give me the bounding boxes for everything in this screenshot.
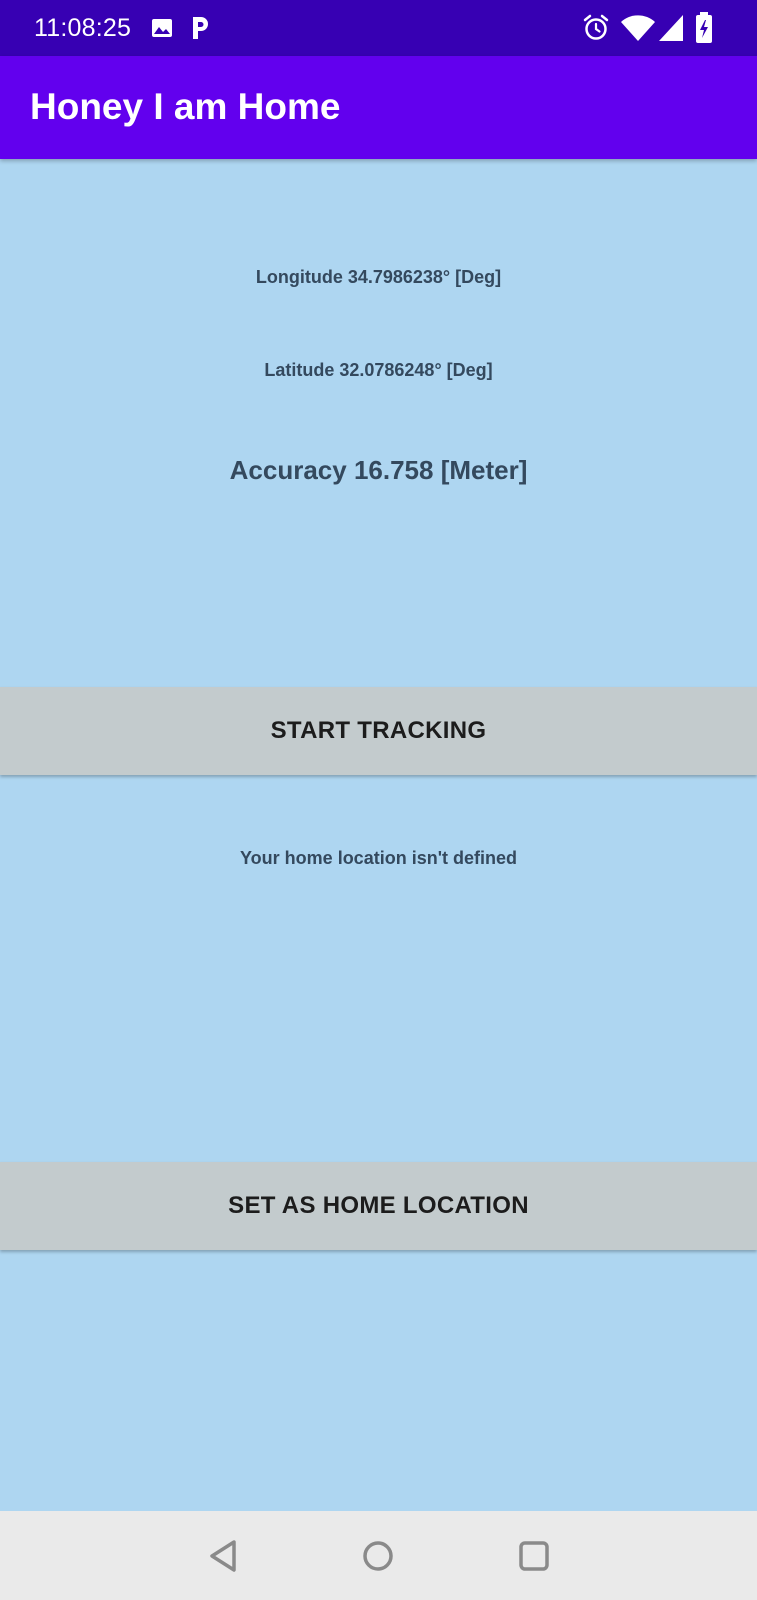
app-title: Honey I am Home	[30, 86, 341, 127]
longitude-text: Longitude 34.7986238° [Deg]	[255, 267, 502, 287]
latitude-text: Latitude 32.0786248° [Deg]	[264, 360, 493, 380]
parking-icon	[193, 17, 208, 39]
back-icon[interactable]	[201, 1533, 247, 1579]
signal-icon	[659, 15, 683, 41]
recents-icon[interactable]	[511, 1533, 557, 1579]
set-home-location-button[interactable]: SET AS HOME LOCATION	[0, 1162, 757, 1250]
start-tracking-button[interactable]: START TRACKING	[0, 687, 757, 775]
battery-charging-icon	[696, 12, 712, 43]
main-content: Longitude 34.7986238° [Deg] Latitude 32.…	[0, 159, 757, 1511]
status-bar: 11:08:25	[0, 0, 757, 56]
wifi-icon	[621, 15, 655, 41]
alarm-icon	[583, 14, 609, 40]
navigation-bar	[0, 1511, 757, 1600]
home-icon[interactable]	[355, 1533, 401, 1579]
status-time: 11:08:25	[34, 14, 132, 42]
home-location-status: Your home location isn't defined	[240, 848, 517, 868]
app-bar: Honey I am Home	[0, 56, 757, 159]
image-icon	[152, 19, 172, 37]
accuracy-text: Accuracy 16.758 [Meter]	[229, 455, 528, 485]
